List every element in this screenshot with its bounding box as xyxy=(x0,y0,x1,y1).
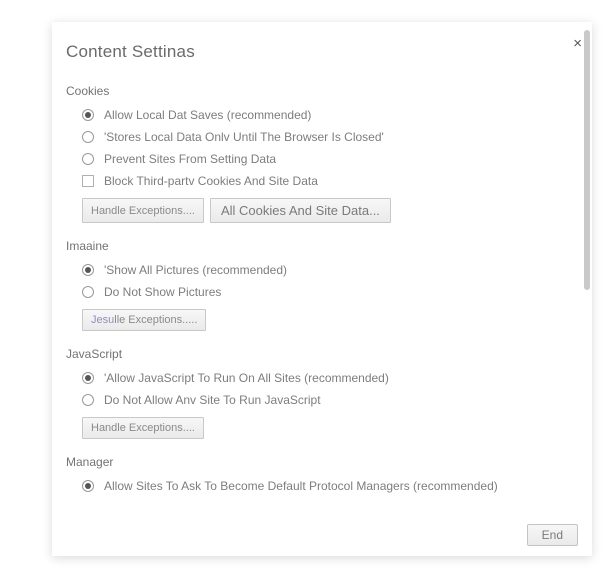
section-cookies: Cookies Allow Local Dat Saves (recommend… xyxy=(66,84,570,223)
section-label-imagine: Imaaine xyxy=(66,239,570,253)
radio-icon[interactable] xyxy=(82,394,94,406)
radio-label: Do Not Allow Anv Site To Run JavaScript xyxy=(104,393,321,407)
checkbox-row[interactable]: Block Third-partv Cookies And Site Data xyxy=(82,174,570,188)
radio-label: Do Not Show Pictures xyxy=(104,285,221,299)
end-button[interactable]: End xyxy=(527,524,578,546)
checkbox-icon[interactable] xyxy=(82,175,94,187)
radio-label: 'Show All Pictures (recommended) xyxy=(104,263,287,277)
handle-exceptions-button[interactable]: Handle Exceptions.... xyxy=(82,417,204,439)
scrollbar-thumb[interactable] xyxy=(584,30,590,290)
radio-icon[interactable] xyxy=(82,131,94,143)
radio-icon[interactable] xyxy=(82,286,94,298)
radio-row[interactable]: Do Not Allow Anv Site To Run JavaScript xyxy=(82,393,570,407)
radio-row[interactable]: Do Not Show Pictures xyxy=(82,285,570,299)
radio-label: 'Allow JavaScript To Run On All Sites (r… xyxy=(104,371,389,385)
radio-icon[interactable] xyxy=(82,153,94,165)
radio-row[interactable]: Allow Sites To Ask To Become Default Pro… xyxy=(82,479,570,493)
dialog-body: Content Settinas Cookies Allow Local Dat… xyxy=(52,22,584,512)
section-javascript: JavaScript 'Allow JavaScript To Run On A… xyxy=(66,347,570,439)
radio-icon[interactable] xyxy=(82,264,94,276)
radio-label: Allow Sites To Ask To Become Default Pro… xyxy=(104,479,498,493)
button-prefix: Jesu xyxy=(91,314,114,326)
section-label-cookies: Cookies xyxy=(66,84,570,98)
button-rest: lle Exceptions..... xyxy=(114,314,197,326)
section-manager: Manager Allow Sites To Ask To Become Def… xyxy=(66,455,570,493)
checkbox-label: Block Third-partv Cookies And Site Data xyxy=(104,174,318,188)
scrollbar-track[interactable] xyxy=(584,30,590,512)
radio-row[interactable]: 'Stores Local Data Onlv Until The Browse… xyxy=(82,130,570,144)
radio-row[interactable]: Prevent Sites From Setting Data xyxy=(82,152,570,166)
section-imagine: Imaaine 'Show All Pictures (recommended)… xyxy=(66,239,570,331)
section-label-javascript: JavaScript xyxy=(66,347,570,361)
radio-label: Prevent Sites From Setting Data xyxy=(104,152,276,166)
radio-icon[interactable] xyxy=(82,372,94,384)
dialog-footer: End xyxy=(527,524,578,546)
handle-exceptions-button[interactable]: Jesulle Exceptions..... xyxy=(82,309,206,331)
all-cookies-button[interactable]: All Cookies And Site Data... xyxy=(210,198,391,223)
radio-label: 'Stores Local Data Onlv Until The Browse… xyxy=(104,130,384,144)
radio-label: Allow Local Dat Saves (recommended) xyxy=(104,108,311,122)
radio-icon[interactable] xyxy=(82,109,94,121)
content-settings-dialog: × Content Settinas Cookies Allow Local D… xyxy=(52,22,592,556)
dialog-title: Content Settinas xyxy=(66,42,570,62)
radio-row[interactable]: 'Allow JavaScript To Run On All Sites (r… xyxy=(82,371,570,385)
radio-row[interactable]: 'Show All Pictures (recommended) xyxy=(82,263,570,277)
section-label-manager: Manager xyxy=(66,455,570,469)
radio-icon[interactable] xyxy=(82,480,94,492)
radio-row[interactable]: Allow Local Dat Saves (recommended) xyxy=(82,108,570,122)
handle-exceptions-button[interactable]: Handle Exceptions.... xyxy=(82,198,204,223)
